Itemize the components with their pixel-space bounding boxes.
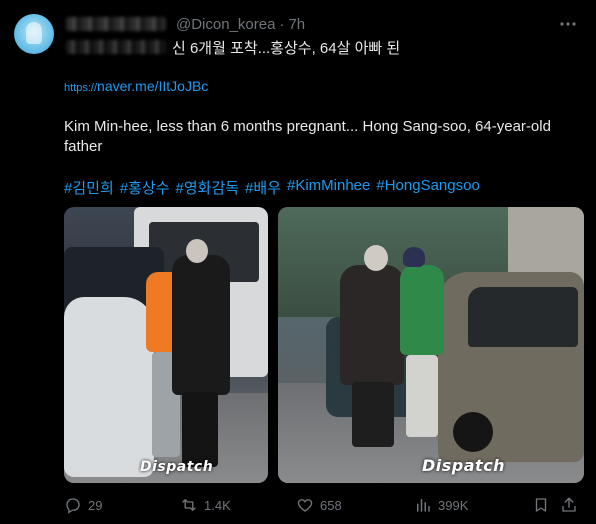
- white-car-shape: [64, 297, 154, 477]
- person-green-jacket: [400, 265, 444, 355]
- korean-headline-row: 신 6개월 포착...홍상수, 64살 아빠 된: [66, 36, 400, 58]
- media-grid: Dispatch Dispatch: [64, 207, 584, 483]
- view-count: 399K: [438, 497, 469, 513]
- hashtag[interactable]: #KimMinhee: [287, 177, 370, 198]
- bookmark-button[interactable]: [532, 494, 550, 516]
- repost-button[interactable]: 1.4K: [180, 494, 231, 516]
- avatar[interactable]: [14, 14, 54, 54]
- photo-right[interactable]: Dispatch: [278, 207, 584, 483]
- bar-chart-icon: [417, 499, 430, 512]
- reply-bubble-icon: [66, 498, 80, 514]
- person-dark-coat: [172, 255, 230, 395]
- car-wheel: [453, 412, 493, 452]
- heart-icon: [297, 499, 313, 512]
- car-window: [468, 287, 578, 347]
- person-gray-coat: [340, 265, 404, 385]
- article-link[interactable]: https://naver.me/IItJoJBc: [64, 78, 208, 94]
- tweet-body-text: Kim Min-hee, less than 6 months pregnant…: [64, 118, 551, 155]
- like-button[interactable]: 658: [296, 494, 342, 516]
- reply-count: 29: [88, 497, 103, 513]
- reply-button[interactable]: 29: [64, 494, 102, 516]
- hashtag-list: #김민희 #홍상수 #영화감독 #배우 #KimMinhee #HongSang…: [64, 177, 480, 198]
- repost-arrows-icon: [182, 499, 196, 511]
- person-beanie: [403, 247, 425, 267]
- person-gray-legs: [352, 382, 394, 447]
- tweet-header: @Dicon_korea · 7h: [66, 14, 305, 34]
- share-icon: [562, 497, 576, 512]
- views-button[interactable]: 399K: [414, 494, 468, 516]
- blurred-text: [66, 40, 166, 54]
- person-head: [186, 239, 208, 263]
- hashtag[interactable]: #홍상수: [120, 177, 170, 198]
- separator-dot: ·: [279, 15, 285, 33]
- korean-headline: 신 6개월 포착...홍상수, 64살 아빠 된: [172, 39, 401, 57]
- like-count: 658: [320, 497, 342, 513]
- blurred-display-name: [66, 17, 166, 31]
- repost-count: 1.4K: [204, 497, 231, 513]
- more-dots-icon[interactable]: [558, 14, 578, 34]
- hashtag[interactable]: #배우: [245, 177, 281, 198]
- tweet[interactable]: @Dicon_korea · 7h 신 6개월 포착...홍상수, 64살 아빠…: [0, 0, 596, 524]
- hashtag[interactable]: #김민희: [64, 177, 114, 198]
- person-green-legs: [406, 355, 438, 437]
- dispatch-watermark: Dispatch: [422, 456, 506, 475]
- link-url[interactable]: naver.me/IItJoJBc: [97, 78, 208, 94]
- person-head-old: [364, 245, 388, 271]
- photo-left[interactable]: Dispatch: [64, 207, 268, 483]
- link-prefix[interactable]: https://: [64, 82, 97, 94]
- person-dark-legs: [182, 392, 218, 467]
- hashtag[interactable]: #HongSangsoo: [376, 177, 479, 198]
- user-handle[interactable]: @Dicon_korea: [176, 16, 275, 33]
- dispatch-watermark: Dispatch: [140, 459, 214, 475]
- bookmark-icon: [535, 498, 547, 512]
- timestamp[interactable]: 7h: [288, 16, 305, 33]
- share-button[interactable]: [560, 494, 578, 516]
- action-bar: 29 1.4K 658 399K: [60, 494, 584, 516]
- hashtag[interactable]: #영화감독: [176, 177, 240, 198]
